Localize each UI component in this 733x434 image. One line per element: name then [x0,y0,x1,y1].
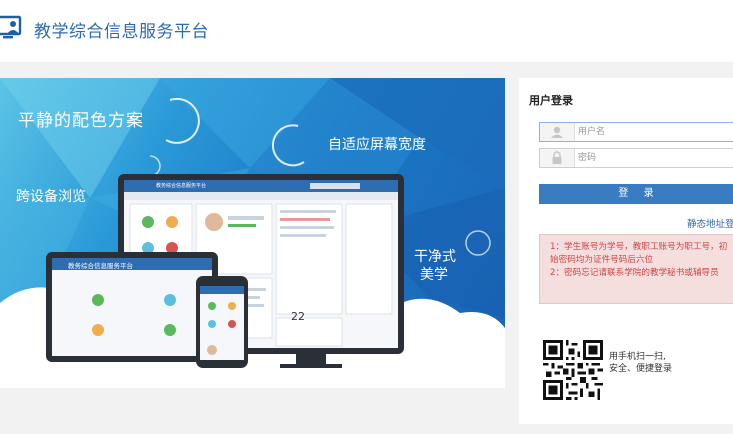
qr-code-icon [543,340,603,400]
qr-hint-line-1: 用手机扫一扫, [609,352,666,362]
login-button[interactable]: 登 录 [539,184,733,204]
lock-icon [540,149,575,167]
slogan-beauty: 美学 [420,267,448,283]
login-panel: 用户登录 登 录 静态地址登 1：学生账号为学号，教职工账号为职工号，初始密码均… [519,78,733,424]
slogan-cross-device: 跨设备浏览 [16,189,86,205]
mock-tablet-title: 教务综合信息服务平台 [68,262,133,270]
password-input[interactable] [576,150,730,166]
monitor-user-icon [0,15,22,39]
user-icon [540,123,575,141]
site-title: 教学综合信息服务平台 [34,22,209,42]
banner: 平静的配色方案 自适应屏幕宽度 跨设备浏览 干净式 美学 教务综合信息服务平台 … [0,78,505,388]
header: 教学综合信息服务平台 [0,0,733,62]
notice-line-1: 1：学生账号为学号，教职工账号为职工号，初始密码均为证件号码后六位 [550,242,728,265]
qr-hint-line-2: 安全、便捷登录 [609,364,673,374]
static-address-link[interactable]: 静态地址登 [687,216,733,230]
mock-screen-title: 教务综合信息服务平台 [156,183,207,189]
username-input[interactable] [576,124,730,140]
qr-hint: 用手机扫一扫, 安全、便捷登录 [609,351,672,375]
slogan-adaptive: 自适应屏幕宽度 [328,137,426,153]
mock-date-number: 22 [291,310,305,323]
username-field [539,122,733,142]
login-notice: 1：学生账号为学号，教职工账号为职工号，初始密码均为证件号码后六位 2：密码忘记… [539,234,733,304]
login-title: 用户登录 [529,94,573,107]
notice-line-2: 2：密码忘记请联系学院的教学秘书或辅导员 [550,268,719,278]
slogan-calm-colors: 平静的配色方案 [18,111,144,131]
slogan-clean: 干净式 [414,249,456,265]
password-field [539,148,733,168]
